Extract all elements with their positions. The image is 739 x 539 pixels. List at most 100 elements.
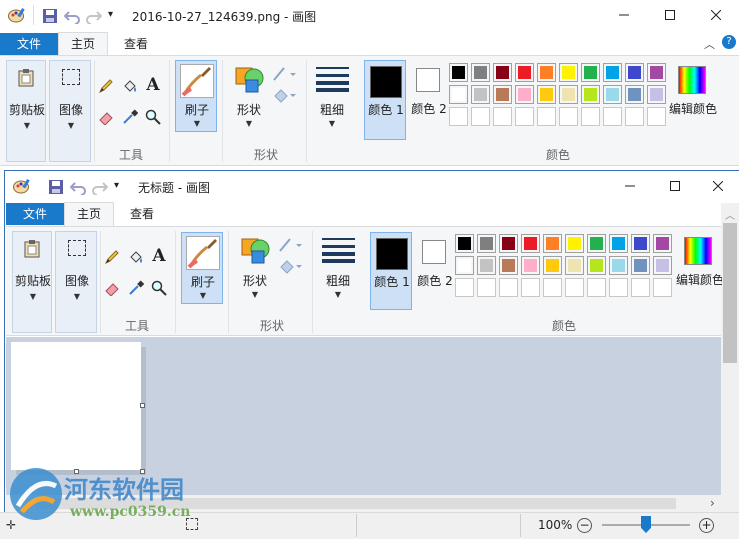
inner-shapes-button[interactable]: 形状: [234, 272, 276, 289]
palette-swatch[interactable]: [477, 256, 496, 275]
color-picker-icon[interactable]: [127, 279, 145, 297]
outer-maximize-button[interactable]: [647, 0, 693, 30]
outer-edit-colors-button[interactable]: 编辑颜色: [668, 62, 720, 122]
inner-vertical-scrollbar[interactable]: ︿: [721, 203, 739, 495]
outer-image-button[interactable]: 图像 ▼: [49, 60, 91, 162]
palette-swatch[interactable]: [581, 63, 600, 82]
palette-swatch[interactable]: [625, 63, 644, 82]
palette-swatch[interactable]: [471, 63, 490, 82]
palette-swatch[interactable]: [587, 278, 606, 297]
fill-icon[interactable]: [127, 248, 145, 266]
palette-swatch[interactable]: [631, 234, 650, 253]
outer-size-button[interactable]: 粗细: [310, 101, 354, 118]
shape-fill-icon[interactable]: [272, 87, 296, 103]
eraser-icon[interactable]: [103, 279, 121, 297]
inner-edit-colors-button[interactable]: 编辑颜色: [674, 233, 722, 293]
palette-swatch[interactable]: [653, 234, 672, 253]
shape-fill-icon[interactable]: [278, 258, 302, 274]
inner-minimize-button[interactable]: [607, 171, 653, 201]
magnifier-icon[interactable]: [150, 279, 168, 297]
palette-swatch[interactable]: [653, 278, 672, 297]
inner-color1-button[interactable]: 颜色 1: [370, 232, 412, 310]
inner-image-button[interactable]: 图像 ▼: [55, 231, 97, 333]
palette-swatch[interactable]: [455, 278, 474, 297]
palette-swatch[interactable]: [499, 278, 518, 297]
outer-shapes-button[interactable]: 形状: [228, 101, 270, 118]
outer-tab-file[interactable]: 文件: [0, 33, 58, 55]
resize-handle-right[interactable]: [140, 403, 145, 408]
shapes-icon[interactable]: [238, 235, 272, 265]
inner-qat-dropdown-icon[interactable]: ▾: [114, 180, 119, 191]
palette-swatch[interactable]: [455, 256, 474, 275]
outline-icon[interactable]: [278, 237, 302, 253]
palette-swatch[interactable]: [559, 85, 578, 104]
scroll-right-icon[interactable]: ›: [710, 496, 715, 510]
inner-tab-home[interactable]: 主页: [64, 202, 114, 227]
zoom-in-button[interactable]: +: [699, 518, 714, 533]
palette-swatch[interactable]: [543, 256, 562, 275]
palette-swatch[interactable]: [543, 234, 562, 253]
inner-close-button[interactable]: [708, 178, 739, 194]
outer-clipboard-button[interactable]: 剪贴板 ▼: [6, 60, 46, 162]
palette-swatch[interactable]: [603, 107, 622, 126]
fill-icon[interactable]: [121, 77, 139, 95]
palette-swatch[interactable]: [631, 278, 650, 297]
outer-app-icon[interactable]: [8, 7, 26, 23]
size-icon[interactable]: [316, 66, 349, 92]
inner-tab-file[interactable]: 文件: [6, 203, 64, 225]
palette-swatch[interactable]: [477, 278, 496, 297]
palette-swatch[interactable]: [515, 85, 534, 104]
outer-close-button[interactable]: [693, 0, 739, 30]
inner-app-icon[interactable]: [13, 178, 31, 194]
shapes-icon[interactable]: [232, 64, 266, 94]
text-icon[interactable]: A: [144, 75, 162, 95]
eraser-icon[interactable]: [97, 108, 115, 126]
palette-swatch[interactable]: [559, 107, 578, 126]
palette-swatch[interactable]: [537, 107, 556, 126]
palette-swatch[interactable]: [609, 278, 628, 297]
pencil-icon[interactable]: [97, 77, 115, 95]
zoom-out-button[interactable]: −: [577, 518, 592, 533]
palette-swatch[interactable]: [471, 107, 490, 126]
palette-swatch[interactable]: [515, 107, 534, 126]
palette-swatch[interactable]: [471, 85, 490, 104]
palette-swatch[interactable]: [587, 256, 606, 275]
magnifier-icon[interactable]: [144, 108, 162, 126]
inner-size-button[interactable]: 粗细: [316, 272, 360, 289]
outer-save-icon[interactable]: [42, 8, 58, 24]
palette-swatch[interactable]: [581, 85, 600, 104]
size-icon[interactable]: [322, 237, 355, 263]
drawing-canvas[interactable]: [11, 342, 141, 470]
palette-swatch[interactable]: [631, 256, 650, 275]
outer-minimize-button[interactable]: [601, 0, 647, 30]
palette-swatch[interactable]: [521, 278, 540, 297]
palette-swatch[interactable]: [449, 107, 468, 126]
inner-tab-view[interactable]: 查看: [118, 203, 166, 225]
scroll-thumb[interactable]: [723, 223, 737, 363]
scroll-up-icon[interactable]: ︿: [725, 207, 735, 222]
inner-color2-button[interactable]: 颜色 2: [414, 232, 456, 310]
outer-brushes-button[interactable]: 刷子 ▼: [175, 60, 217, 132]
palette-swatch[interactable]: [449, 85, 468, 104]
palette-swatch[interactable]: [565, 256, 584, 275]
palette-swatch[interactable]: [477, 234, 496, 253]
palette-swatch[interactable]: [653, 256, 672, 275]
outer-color1-button[interactable]: 颜色 1: [364, 60, 406, 140]
palette-swatch[interactable]: [499, 256, 518, 275]
text-icon[interactable]: A: [150, 246, 168, 266]
palette-swatch[interactable]: [625, 107, 644, 126]
outer-tab-home[interactable]: 主页: [58, 32, 108, 56]
palette-swatch[interactable]: [449, 63, 468, 82]
outline-icon[interactable]: [272, 66, 296, 82]
palette-swatch[interactable]: [603, 63, 622, 82]
palette-swatch[interactable]: [493, 107, 512, 126]
palette-swatch[interactable]: [499, 234, 518, 253]
palette-swatch[interactable]: [537, 85, 556, 104]
color-picker-icon[interactable]: [121, 108, 139, 126]
palette-swatch[interactable]: [609, 256, 628, 275]
outer-undo-icon[interactable]: [63, 8, 80, 25]
inner-undo-icon[interactable]: [69, 179, 86, 196]
outer-color2-button[interactable]: 颜色 2: [408, 60, 450, 140]
palette-swatch[interactable]: [493, 63, 512, 82]
palette-swatch[interactable]: [581, 107, 600, 126]
